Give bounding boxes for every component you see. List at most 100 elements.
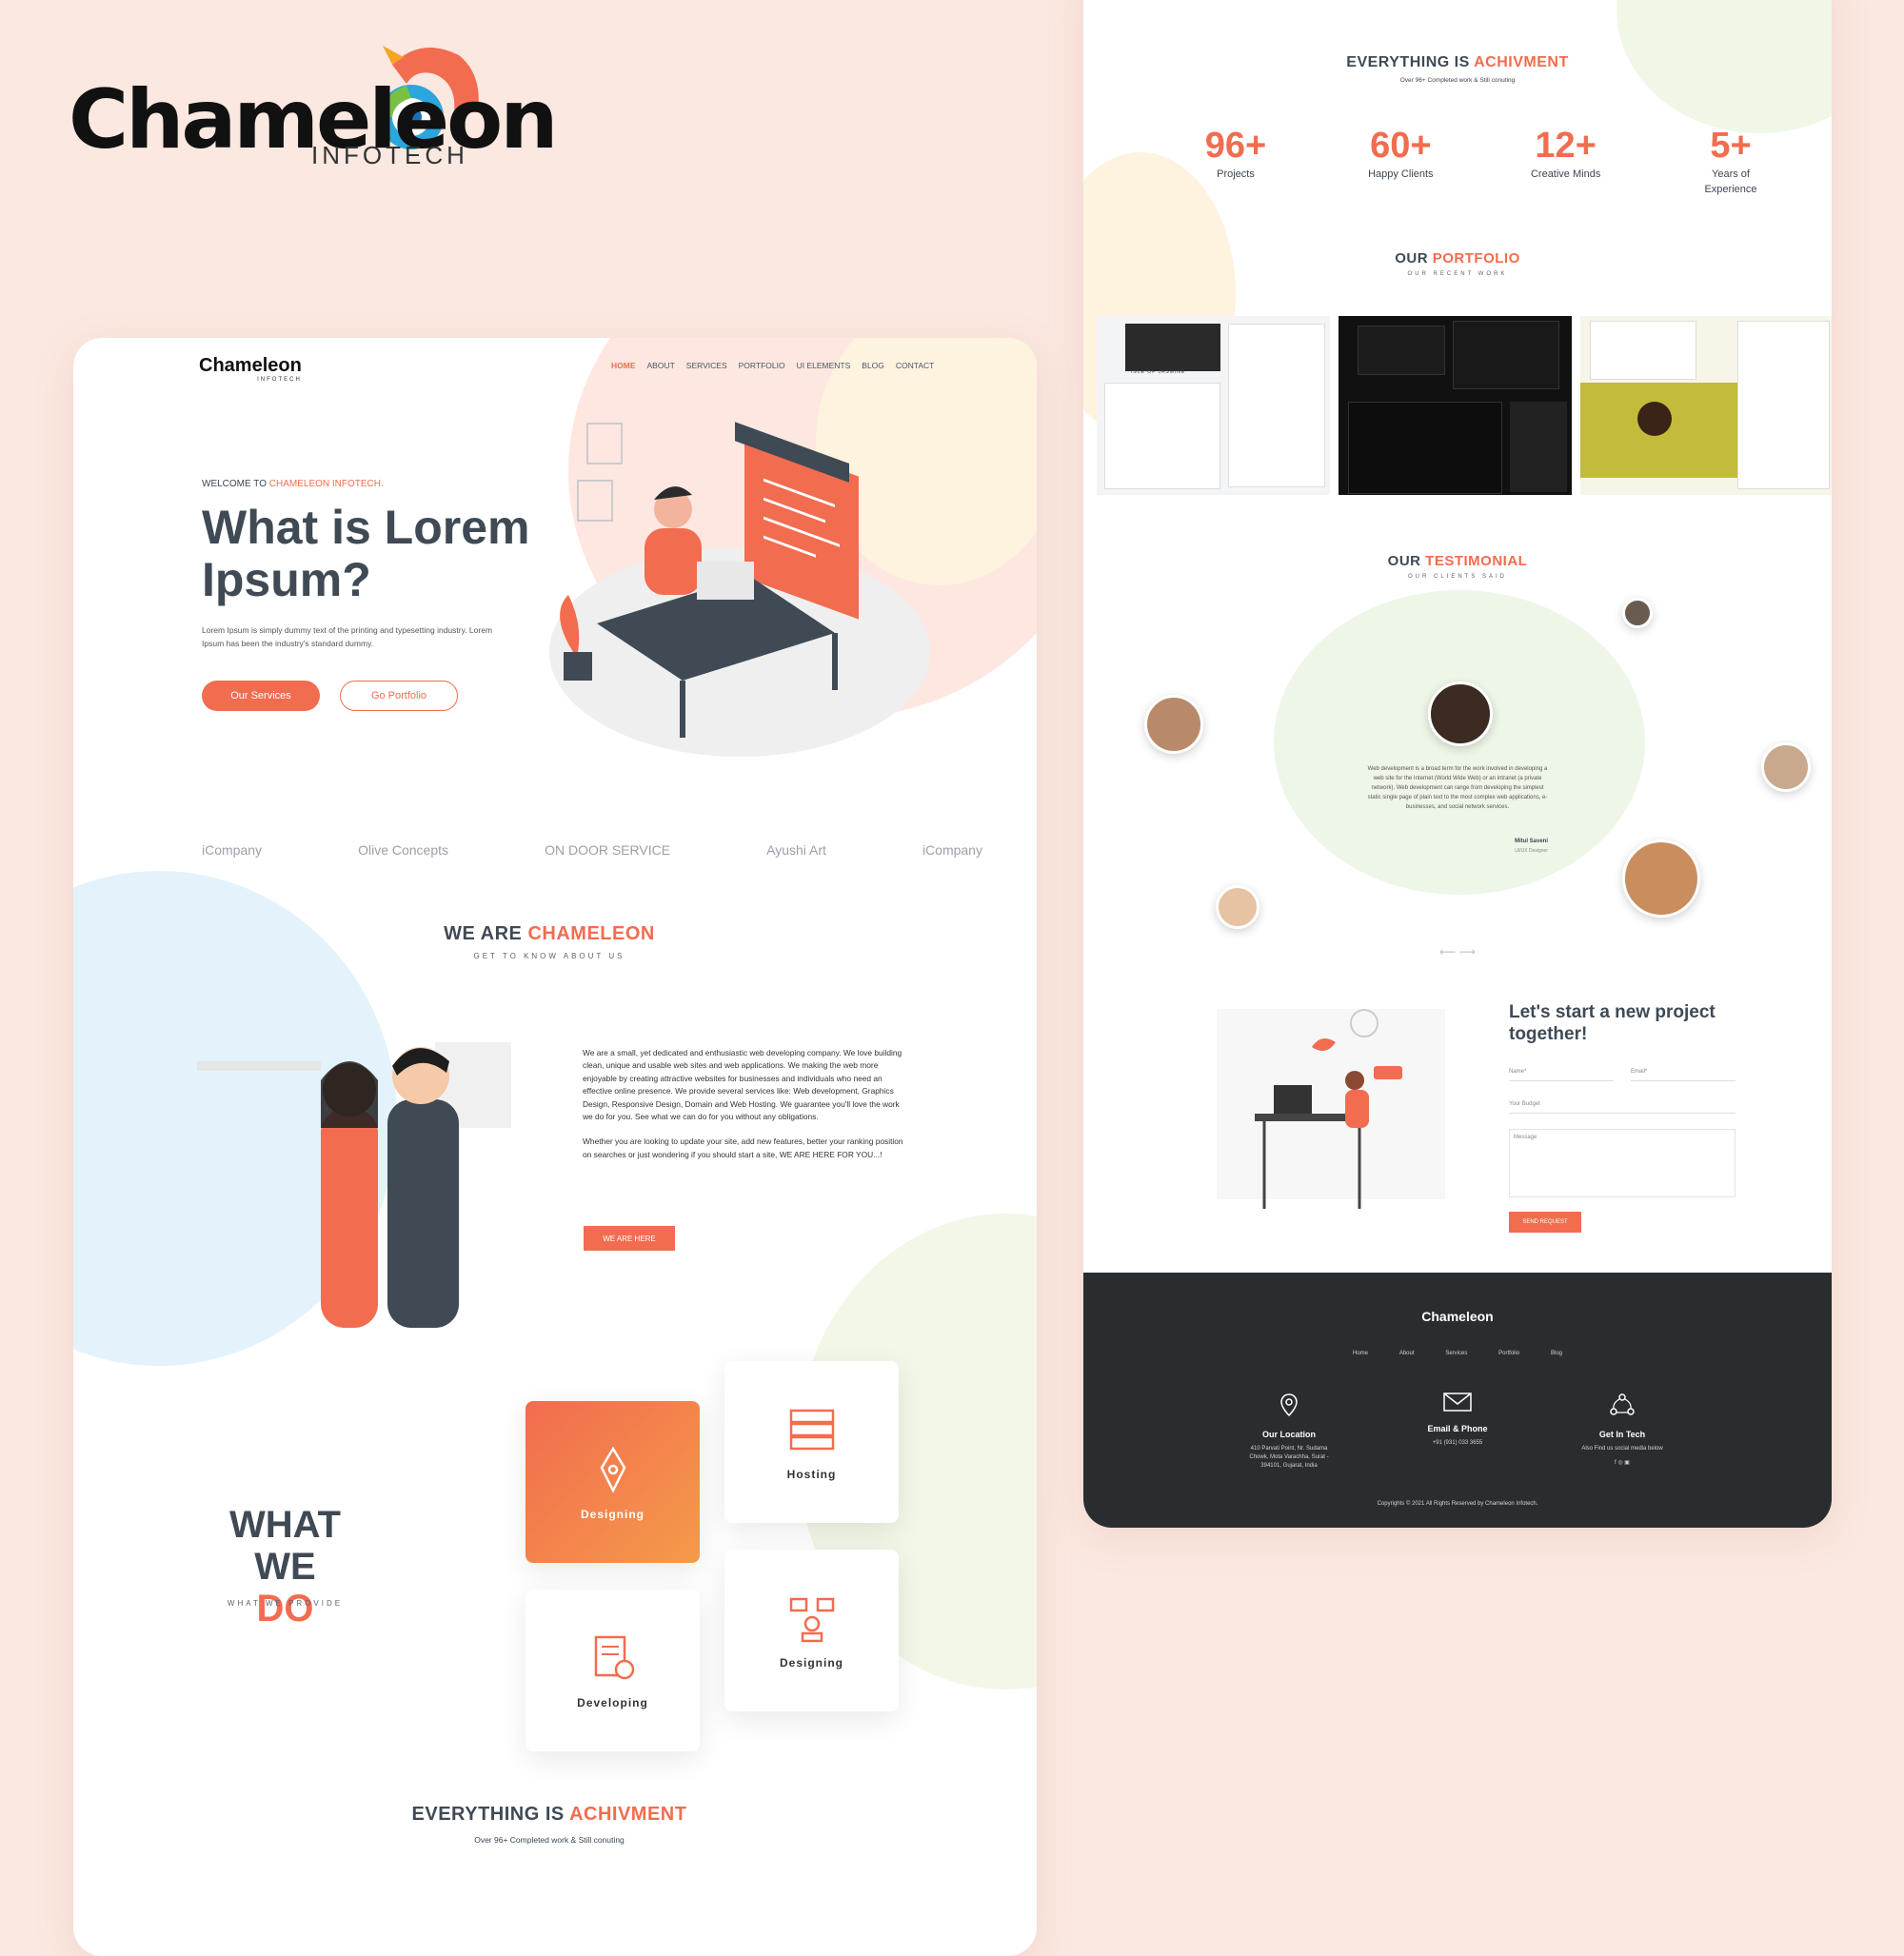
service-card-label: Designing [580,1508,645,1521]
social-media-icons[interactable]: f ◎ ▣ [1565,1459,1679,1468]
footer-logo[interactable]: Chameleon [1410,1309,1505,1324]
achievement-title-a: EVERYTHING IS [411,1804,565,1825]
developer-illustration [549,422,930,757]
nav-logo-sub: INFOTECH [257,377,302,383]
service-card-label: Hosting [786,1468,837,1481]
service-card-designing[interactable]: Designing [526,1401,700,1563]
client-logos: iCompany Olive Concepts ON DOOR SERVICE … [202,842,982,858]
portfolio-item-3[interactable] [1580,316,1832,495]
testimonial-avatar[interactable] [1216,885,1259,929]
testimonial-arrows[interactable]: ⟵ ⟶ [1429,945,1486,958]
testimonial-sub: OUR CLIENTS SAID [1407,574,1507,580]
our-services-button[interactable]: Our Services [202,681,320,711]
stat-label: Happy Clients [1368,168,1434,180]
go-portfolio-button[interactable]: Go Portfolio [340,681,458,711]
nav-blog[interactable]: BLOG [862,361,884,370]
document-gear-icon [594,1635,634,1680]
footer-social-heading: Get In Tech [1598,1430,1646,1439]
footer-location: Our Location 410 Parvati Point, Nr. Suda… [1232,1393,1346,1471]
what-we-do-title: WHAT WE DO [197,1504,373,1630]
service-card-label: Developing [577,1696,648,1709]
achievement-title-b: ACHIVMENT [569,1804,687,1825]
nav-logo-text: Chameleon [199,355,302,376]
copyright: Copyrights © 2021 All Rights Reserved by… [1377,1501,1538,1507]
footer-link-home[interactable]: Home [1353,1351,1368,1356]
brand-sub: INFOTECH [311,141,468,169]
portfolio-title: OUR PORTFOLIO [1267,250,1648,267]
testimonial-avatar[interactable] [1622,598,1653,628]
testimonial-quote: Web development is a broad term for the … [1367,766,1548,810]
wwd-title-b: DO [256,1588,314,1630]
service-card-designing-2[interactable]: Designing [724,1550,899,1711]
stat-years: 5+ Years of Experience [1674,126,1788,197]
portfolio-title-b: PORTFOLIO [1432,250,1520,267]
portfolio-item-caption: ISLE OF JASMINE [1131,369,1186,375]
stat-value: 60+ [1370,126,1432,166]
network-design-icon [789,1597,834,1643]
email-field[interactable]: Email* [1631,1064,1735,1081]
stat-value: 12+ [1535,126,1597,166]
hero-kicker-accent: CHAMELEON INFOTECH. [268,479,384,489]
client-logo: iCompany [922,842,982,858]
about-title-b: CHAMELEON [527,923,655,944]
achievement-title-a-r: EVERYTHING IS [1346,54,1470,70]
contact-illustration [1217,1009,1445,1209]
message-field[interactable]: Message [1509,1129,1735,1197]
footer-email-heading: Email & Phone [1427,1424,1488,1433]
stat-happy-clients: 60+ Happy Clients [1343,126,1458,197]
portfolio-item-1[interactable]: ISLE OF JASMINE [1097,316,1330,495]
footer-email-text[interactable]: +91 (931) 033 3655 [1400,1439,1515,1448]
service-card-developing[interactable]: Developing [526,1590,700,1751]
achievement-title: EVERYTHING IS ACHIVMENT [311,1804,787,1826]
location-pin-icon [1280,1393,1298,1417]
stat-creative-minds: 12+ Creative Minds [1509,126,1623,197]
nav-portfolio[interactable]: PORTFOLIO [739,361,785,370]
testimonial-title-b: TESTIMONIAL [1425,553,1528,569]
name-field[interactable]: Name* [1509,1064,1614,1081]
stat-projects: 96+ Projects [1179,126,1293,197]
stat-label: Years of Experience [1704,168,1757,195]
client-logo: Olive Concepts [358,842,449,858]
footer-link-about[interactable]: About [1399,1351,1415,1356]
share-network-icon [1610,1393,1635,1415]
testimonial-title: OUR TESTIMONIAL [1267,553,1648,569]
server-icon [789,1409,834,1451]
footer-link-blog[interactable]: Blog [1551,1351,1562,1356]
testimonial-avatar[interactable] [1622,840,1700,918]
homepage-mockup-top: Chameleon INFOTECH HOME ABOUT SERVICES P… [73,338,1037,1956]
brand-logo: Chameleon INFOTECH [69,27,558,169]
nav-logo[interactable]: Chameleon INFOTECH [199,355,302,383]
nav-services[interactable]: SERVICES [686,361,727,370]
service-card-hosting[interactable]: Hosting [724,1361,899,1523]
client-logo: iCompany [202,842,263,858]
testimonial-avatar-main[interactable] [1428,682,1493,746]
footer-link-services[interactable]: Services [1445,1351,1467,1356]
testimonial-avatar[interactable] [1761,742,1811,792]
budget-field[interactable]: Your Budget [1509,1097,1735,1114]
footer-location-heading: Our Location [1262,1430,1316,1439]
stats-row: 96+ Projects 60+ Happy Clients 12+ Creative… [1179,126,1788,197]
about-title-a: WE ARE [444,923,523,944]
stat-label: Projects [1217,168,1255,180]
about-title: WE ARE CHAMELEON [359,923,740,945]
top-nav: HOME ABOUT SERVICES PORTFOLIO UI ELEMENT… [611,361,934,370]
nav-ui-elements[interactable]: UI ELEMENTS [797,361,851,370]
homepage-mockup-bottom: EVERYTHING IS ACHIVMENT Over 96+ Complet… [1083,0,1832,1528]
stat-value: 5+ [1710,126,1752,166]
stat-value: 96+ [1204,126,1267,166]
we-are-here-button[interactable]: WE ARE HERE [584,1226,675,1251]
stat-label: Creative Minds [1530,168,1601,180]
nav-contact[interactable]: CONTACT [896,361,934,370]
footer-link-portfolio[interactable]: Portfolio [1498,1351,1519,1356]
send-request-button[interactable]: SEND REQUEST [1509,1212,1581,1233]
achievement-sub: Over 96+ Completed work & Still conuting [474,1835,625,1845]
team-illustration [197,1042,511,1328]
wwd-title-a: WHAT WE [229,1504,341,1588]
about-paragraph-2: Whether you are looking to update your s… [583,1136,903,1159]
footer-social-text: Also Find us social media below [1581,1446,1663,1452]
nav-about[interactable]: ABOUT [647,361,675,370]
service-card-label: Designing [779,1656,843,1670]
nav-home[interactable]: HOME [611,361,636,370]
portfolio-item-2[interactable] [1339,316,1572,495]
testimonial-avatar[interactable] [1144,695,1203,754]
